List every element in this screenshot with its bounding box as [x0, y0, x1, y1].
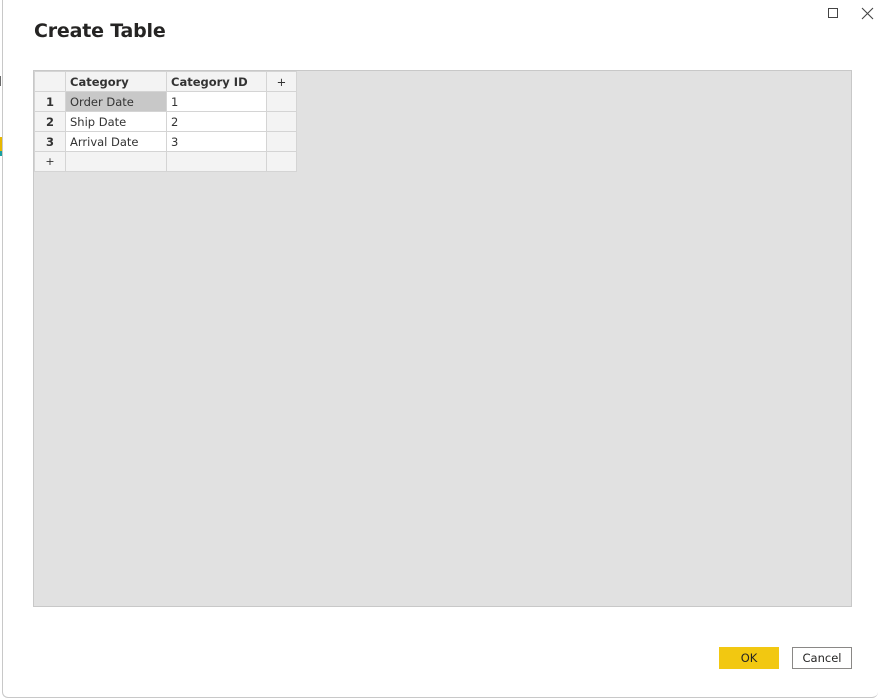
ok-button[interactable]: OK — [719, 647, 779, 669]
background-fragment — [0, 76, 1, 86]
row-number[interactable]: 2 — [34, 111, 66, 132]
maximize-button[interactable] — [822, 4, 844, 22]
cell-category[interactable]: Order Date — [65, 91, 167, 112]
new-row-cell[interactable] — [166, 151, 267, 172]
column-header-category[interactable]: Category — [65, 71, 167, 92]
filler-cell — [266, 91, 297, 112]
cell-category[interactable]: Ship Date — [65, 111, 167, 132]
table-row: 2 Ship Date 2 — [34, 111, 297, 132]
dialog-title: Create Table — [34, 20, 166, 42]
cell-category-id[interactable]: 2 — [166, 111, 267, 132]
table-row: 1 Order Date 1 — [34, 91, 297, 112]
close-button[interactable] — [856, 4, 878, 22]
filler-cell — [266, 151, 297, 172]
filler-cell — [266, 111, 297, 132]
cell-category-id[interactable]: 3 — [166, 131, 267, 152]
add-column-button[interactable]: + — [266, 71, 297, 92]
filler-cell — [266, 131, 297, 152]
new-row-cell[interactable] — [65, 151, 167, 172]
table-row: 3 Arrival Date 3 — [34, 131, 297, 152]
create-table-dialog: Create Table Category Category ID + 1 Or… — [2, 0, 878, 698]
cell-category-id[interactable]: 1 — [166, 91, 267, 112]
column-header-category-id[interactable]: Category ID — [166, 71, 267, 92]
corner-cell — [34, 71, 66, 92]
data-entry-grid: Category Category ID + 1 Order Date 1 2 … — [33, 70, 852, 607]
entry-table: Category Category ID + 1 Order Date 1 2 … — [34, 71, 297, 172]
cancel-button[interactable]: Cancel — [792, 647, 852, 669]
close-icon — [861, 7, 873, 19]
cell-category[interactable]: Arrival Date — [65, 131, 167, 152]
maximize-icon — [828, 8, 838, 18]
row-number[interactable]: 1 — [34, 91, 66, 112]
row-number[interactable]: 3 — [34, 131, 66, 152]
add-row-button[interactable]: + — [34, 151, 66, 172]
add-row: + — [34, 151, 297, 172]
